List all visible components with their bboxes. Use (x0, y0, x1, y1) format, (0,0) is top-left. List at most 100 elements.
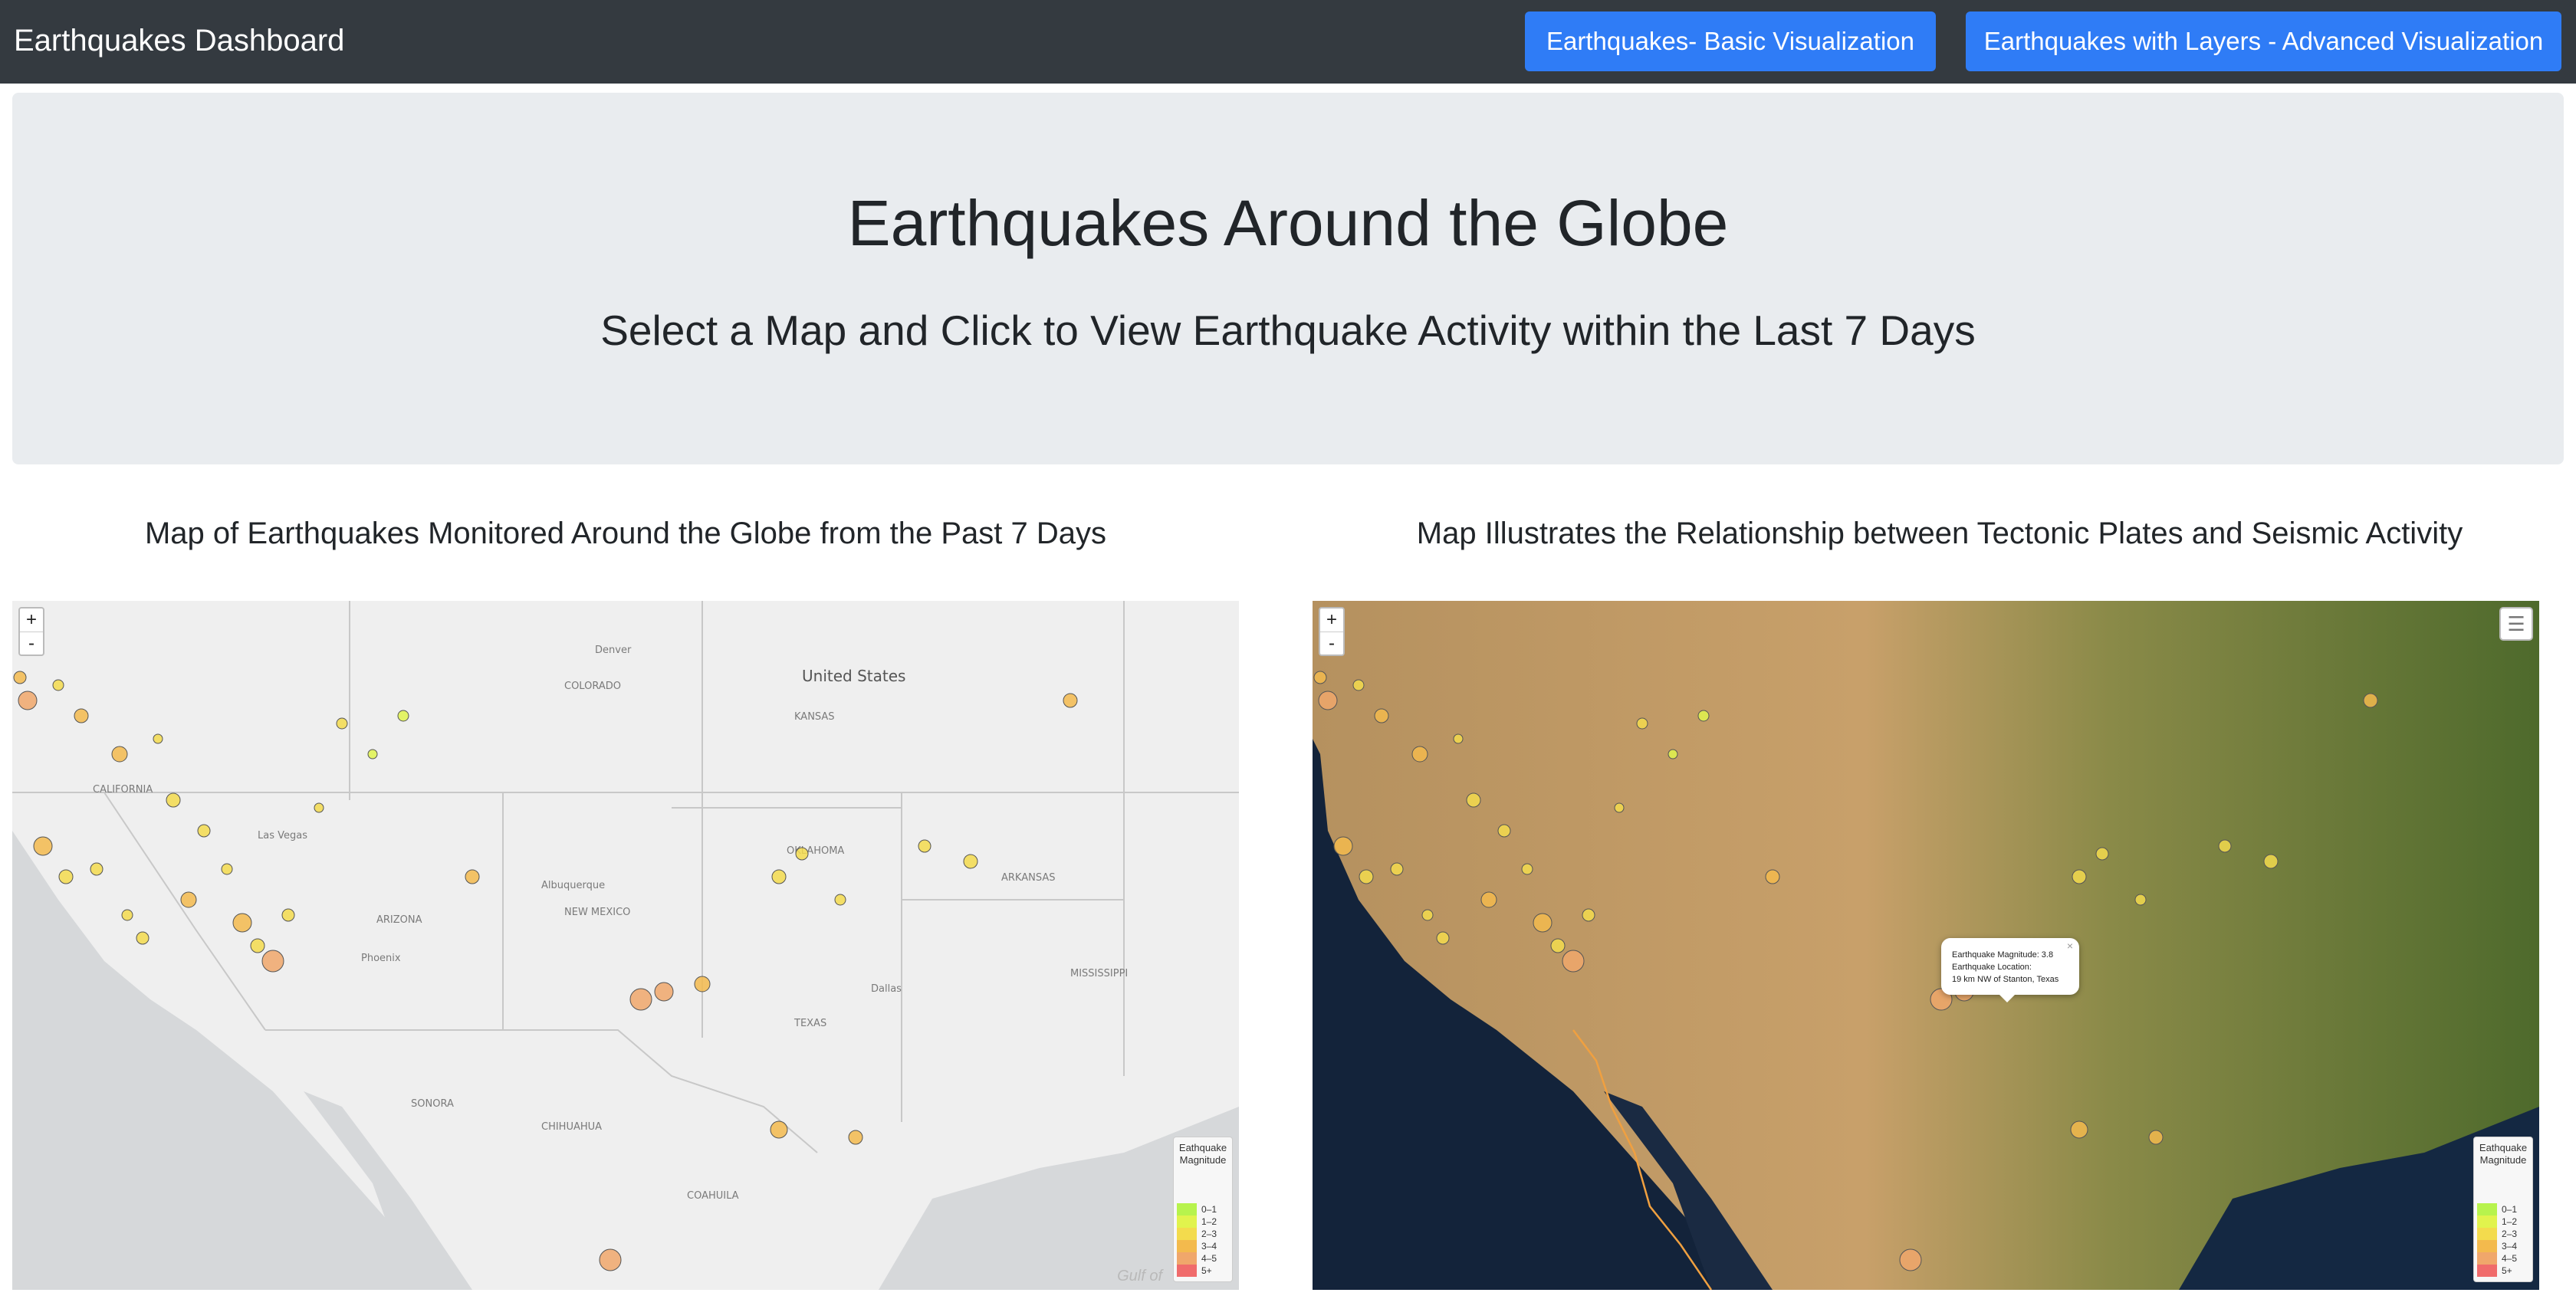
earthquake-marker[interactable] (136, 931, 150, 945)
earthquake-marker[interactable] (2148, 1130, 2164, 1145)
advanced-earthquake-map[interactable]: + - ☰ × Earthquake Magnitude: 3.8 Earthq… (1313, 601, 2539, 1290)
jumbotron: Earthquakes Around the Globe Select a Ma… (12, 93, 2564, 464)
earthquake-marker[interactable] (771, 869, 787, 884)
basic-earthquake-map[interactable]: United States CALIFORNIA ARIZONA NEW MEX… (12, 601, 1239, 1290)
earthquake-marker[interactable] (1582, 908, 1595, 922)
earthquake-marker[interactable] (2263, 854, 2279, 869)
earthquake-marker[interactable] (153, 733, 163, 744)
earthquake-marker[interactable] (180, 891, 197, 908)
earthquake-marker[interactable] (1436, 931, 1450, 945)
earthquake-marker[interactable] (848, 1130, 863, 1145)
earthquake-marker[interactable] (1533, 913, 1552, 933)
map-label-arkansas: ARKANSAS (1001, 872, 1055, 884)
earthquake-marker[interactable] (1421, 909, 1434, 921)
earthquake-marker[interactable] (795, 847, 809, 861)
left-zoom-control: + - (18, 607, 44, 656)
earthquake-marker[interactable] (1374, 708, 1389, 723)
left-zoom-out-button[interactable]: - (20, 632, 43, 654)
earthquake-marker[interactable] (33, 836, 53, 856)
legend-label: 3–4 (2502, 1241, 2518, 1252)
earthquake-marker[interactable] (314, 802, 324, 813)
legend-swatch (2477, 1240, 2497, 1252)
earthquake-marker[interactable] (654, 982, 674, 1002)
earthquake-marker[interactable] (166, 792, 181, 808)
earthquake-marker[interactable] (1497, 824, 1511, 838)
earthquake-marker[interactable] (2070, 1120, 2088, 1139)
earthquake-marker[interactable] (834, 894, 846, 906)
earthquake-marker[interactable] (336, 717, 348, 730)
earthquake-marker[interactable] (1466, 792, 1481, 808)
legend-row: 5+ (1177, 1265, 1229, 1277)
brand-title[interactable]: Earthquakes Dashboard (14, 21, 344, 60)
earthquake-marker[interactable] (1614, 802, 1625, 813)
earthquake-marker[interactable] (2134, 894, 2147, 906)
earthquake-marker[interactable] (1765, 869, 1780, 884)
legend-swatch (1177, 1252, 1197, 1265)
earthquake-marker[interactable] (52, 679, 64, 691)
earthquake-marker[interactable] (465, 869, 480, 884)
earthquake-marker[interactable] (1480, 891, 1497, 908)
right-zoom-control: + - (1319, 607, 1345, 656)
earthquake-marker[interactable] (1562, 950, 1585, 973)
earthquake-marker[interactable] (1352, 679, 1365, 691)
legend-row: 3–4 (1177, 1240, 1229, 1252)
earthquake-marker[interactable] (1453, 733, 1464, 744)
legend-row: 0–1 (1177, 1203, 1229, 1216)
earthquake-marker[interactable] (1668, 749, 1678, 759)
earthquake-marker[interactable] (694, 976, 711, 992)
map-label-mississippi: MISSISSIPPI (1070, 968, 1128, 979)
earthquake-marker[interactable] (1899, 1248, 1922, 1271)
earthquake-marker[interactable] (1521, 863, 1533, 875)
advanced-visualization-button[interactable]: Earthquakes with Layers - Advanced Visua… (1966, 11, 2561, 71)
earthquake-marker[interactable] (629, 988, 652, 1011)
map-label-phoenix: Phoenix (361, 953, 401, 964)
earthquake-marker[interactable] (250, 938, 265, 953)
left-zoom-in-button[interactable]: + (20, 609, 43, 632)
earthquake-marker[interactable] (1333, 836, 1353, 856)
earthquake-marker[interactable] (1359, 869, 1374, 884)
popup-location-value: 19 km NW of Stanton, Texas (1952, 975, 2059, 984)
legend-swatch (1177, 1228, 1197, 1240)
earthquake-marker[interactable] (1390, 862, 1404, 876)
earthquake-marker[interactable] (918, 839, 932, 853)
earthquake-marker[interactable] (963, 854, 978, 869)
popup-close-button[interactable]: × (2067, 940, 2073, 952)
earthquake-marker[interactable] (1636, 717, 1648, 730)
right-zoom-out-button[interactable]: - (1320, 632, 1343, 654)
earthquake-marker[interactable] (221, 863, 233, 875)
earthquake-marker[interactable] (281, 908, 295, 922)
earthquake-marker[interactable] (58, 869, 74, 884)
legend-row: 0–1 (2477, 1203, 2529, 1216)
layers-icon[interactable]: ☰ (2499, 607, 2533, 641)
earthquake-marker[interactable] (770, 1120, 788, 1139)
earthquake-marker[interactable] (13, 671, 27, 684)
earthquake-marker[interactable] (2363, 693, 2378, 708)
left-map-title: Map of Earthquakes Monitored Around the … (144, 517, 1107, 550)
earthquake-marker[interactable] (1063, 693, 1078, 708)
map-label-las-vegas: Las Vegas (258, 830, 307, 842)
earthquake-marker[interactable] (90, 862, 104, 876)
page-subtitle: Select a Map and Click to View Earthquak… (600, 307, 1976, 354)
legend-label: 1–2 (1201, 1216, 1217, 1227)
earthquake-marker[interactable] (74, 708, 89, 723)
earthquake-marker[interactable] (121, 909, 133, 921)
earthquake-marker[interactable] (1411, 746, 1428, 763)
earthquake-marker[interactable] (18, 691, 38, 710)
earthquake-marker[interactable] (2072, 869, 2087, 884)
earthquake-marker[interactable] (599, 1248, 622, 1271)
earthquake-marker[interactable] (1318, 691, 1338, 710)
earthquake-marker[interactable] (232, 913, 252, 933)
earthquake-marker[interactable] (367, 749, 378, 759)
basic-visualization-button[interactable]: Earthquakes- Basic Visualization (1525, 11, 1936, 71)
earthquake-marker[interactable] (261, 950, 284, 973)
earthquake-marker[interactable] (1313, 671, 1327, 684)
earthquake-marker[interactable] (197, 824, 211, 838)
earthquake-marker[interactable] (111, 746, 128, 763)
earthquake-marker[interactable] (2095, 847, 2109, 861)
earthquake-marker[interactable] (1550, 938, 1566, 953)
right-zoom-in-button[interactable]: + (1320, 609, 1343, 632)
earthquake-marker[interactable] (2218, 839, 2232, 853)
right-map-legend: Eathquake Magnitude 0–1 1–2 2–3 3–4 4–5 5+ (2473, 1137, 2533, 1282)
earthquake-marker[interactable] (1697, 710, 1710, 722)
earthquake-marker[interactable] (397, 710, 409, 722)
